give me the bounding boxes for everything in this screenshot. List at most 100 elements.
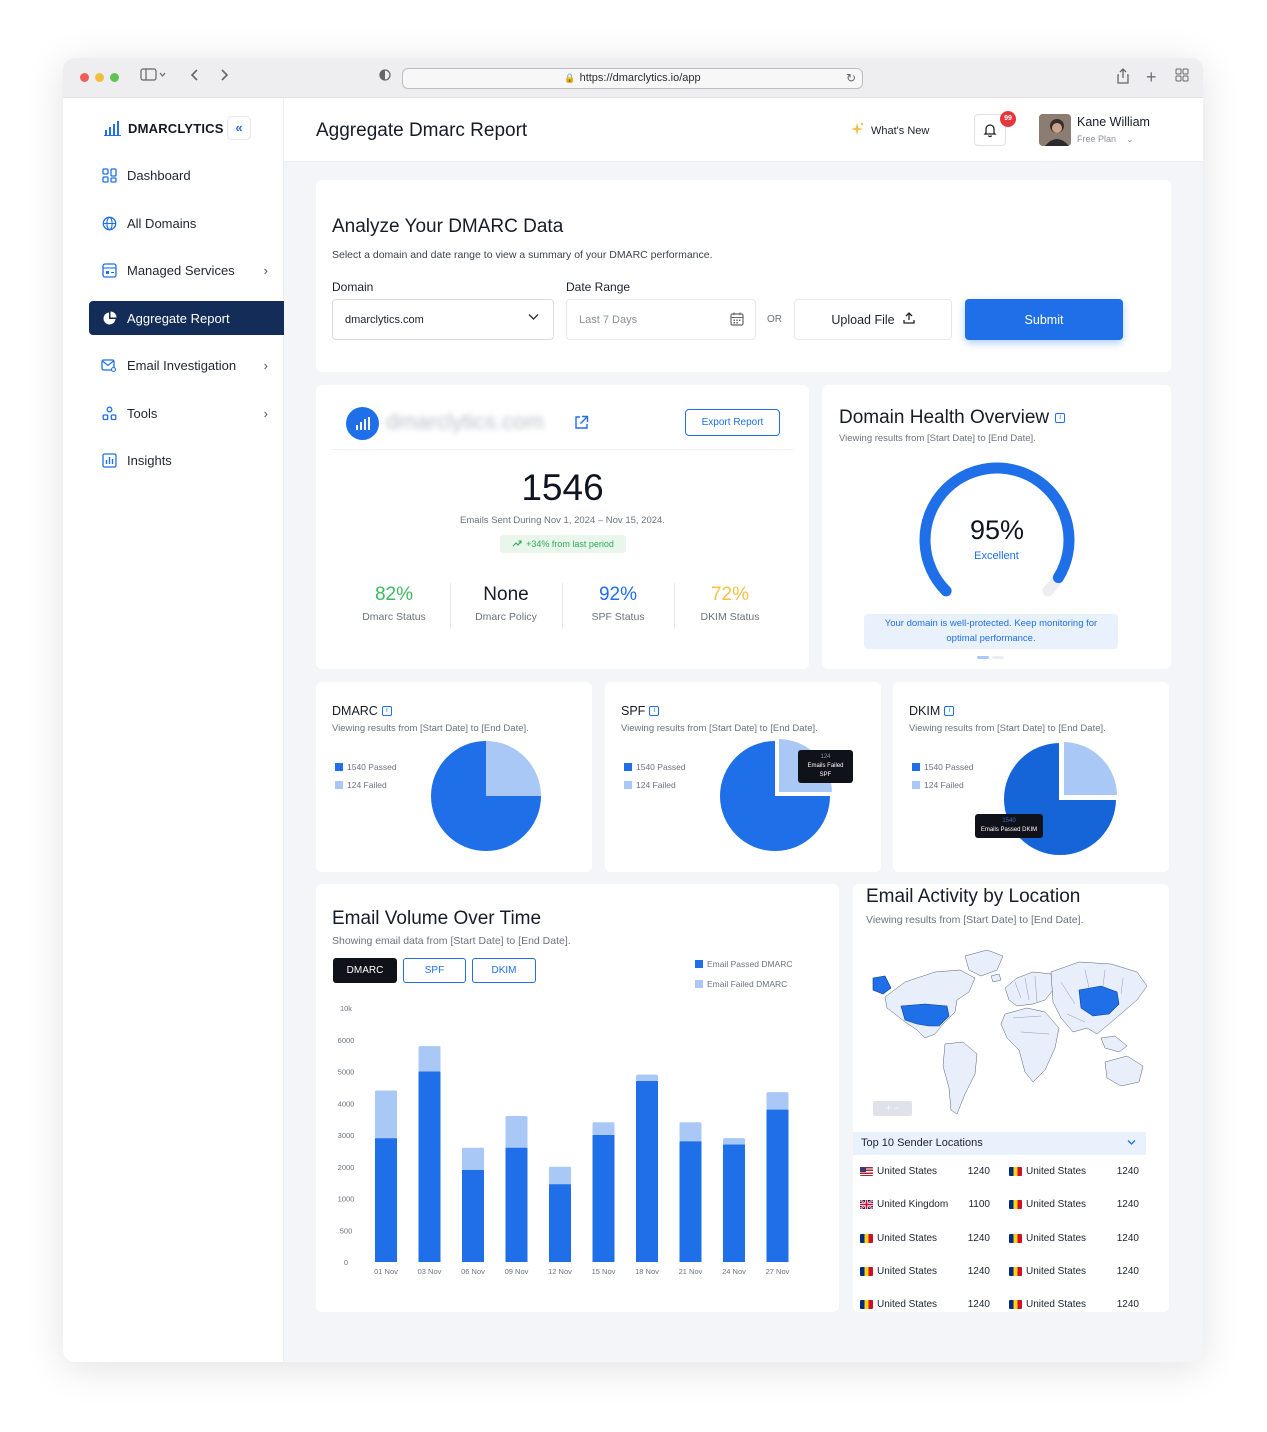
info-icon[interactable]: i xyxy=(381,706,392,716)
minimize-window-button[interactable] xyxy=(95,73,104,82)
bar-passed[interactable] xyxy=(636,1081,658,1262)
pie-slice-failed[interactable] xyxy=(486,741,541,796)
upload-file-button[interactable]: Upload File xyxy=(794,299,952,340)
bar-passed[interactable] xyxy=(418,1071,441,1263)
maximize-window-button[interactable] xyxy=(110,73,119,82)
location-country: United States xyxy=(1026,1265,1087,1277)
bar-failed[interactable] xyxy=(766,1092,789,1110)
tab-dkim[interactable]: DKIM xyxy=(472,958,536,983)
x-tick-label: 12 Nov xyxy=(548,1267,572,1276)
legend-label: 1540 Passed xyxy=(924,762,974,772)
share-icon[interactable] xyxy=(1116,68,1130,90)
user-plan[interactable]: Free Plan ⌄ xyxy=(1077,134,1134,145)
grid-icon xyxy=(101,167,117,183)
ro-flag-icon xyxy=(1009,1233,1022,1243)
sidebar-item-all-domains[interactable]: All Domains xyxy=(89,206,284,240)
bar-failed[interactable] xyxy=(505,1115,528,1148)
avatar[interactable] xyxy=(1039,114,1071,146)
browser-window: 🔒 https://dmarclytics.io/app ↻ + DMARCLYT… xyxy=(63,58,1203,1362)
collapse-sidebar-button[interactable]: « xyxy=(227,116,251,140)
domain-avatar-icon xyxy=(346,407,379,440)
x-tick-label: 06 Nov xyxy=(461,1267,485,1276)
sidebar-item-label: Dashboard xyxy=(127,167,191,183)
bar-passed[interactable] xyxy=(462,1169,484,1262)
ro-flag-icon xyxy=(860,1266,873,1276)
date-range-input[interactable]: Last 7 Days xyxy=(566,299,756,340)
domain-select[interactable]: dmarclytics.com xyxy=(332,299,554,340)
sidebar-item-dashboard[interactable]: Dashboard xyxy=(89,158,284,192)
bar-failed[interactable] xyxy=(592,1122,615,1135)
email-volume-bar-chart[interactable]: 0 500 1000 2000 3000 4000 5000 6000 10k 01 Nov 03 … xyxy=(332,1000,812,1290)
close-window-button[interactable] xyxy=(80,73,89,82)
export-report-button[interactable]: Export Report xyxy=(685,409,780,436)
legend-swatch xyxy=(912,781,920,789)
bar-failed[interactable] xyxy=(679,1122,702,1142)
bar-failed[interactable] xyxy=(375,1090,397,1139)
info-icon[interactable]: i xyxy=(944,706,955,716)
app-logo[interactable]: DMARCLYTICS xyxy=(104,120,224,136)
bar-failed[interactable] xyxy=(549,1166,571,1185)
external-link-icon[interactable] xyxy=(574,415,589,435)
bar-passed[interactable] xyxy=(592,1135,615,1262)
legend-failed: 124 Failed xyxy=(624,780,676,790)
carousel-dot[interactable] xyxy=(992,656,1004,659)
user-name[interactable]: Kane William xyxy=(1077,115,1150,129)
sidebar-item-tools[interactable]: Tools › xyxy=(89,396,284,430)
bar-passed[interactable] xyxy=(375,1138,397,1262)
bar-failed[interactable] xyxy=(723,1138,745,1145)
bar-failed[interactable] xyxy=(636,1074,658,1082)
world-map[interactable] xyxy=(865,942,1155,1122)
reload-icon[interactable]: ↻ xyxy=(846,69,856,88)
new-tab-icon[interactable]: + xyxy=(1146,68,1157,86)
legend-swatch xyxy=(695,980,703,988)
location-count: 1240 xyxy=(1116,1199,1139,1211)
total-emails: 1546 xyxy=(521,467,604,508)
tab-spf[interactable]: SPF xyxy=(403,958,466,983)
sidebar-toggle-icon[interactable] xyxy=(140,68,166,88)
whats-new-button[interactable]: What's New xyxy=(850,122,929,139)
bar-passed[interactable] xyxy=(549,1184,571,1262)
address-bar[interactable]: 🔒 https://dmarclytics.io/app ↻ xyxy=(402,68,863,89)
dmarc-pie-chart[interactable] xyxy=(426,736,546,856)
sidebar-item-label: Insights xyxy=(127,452,172,468)
privacy-shield-icon[interactable] xyxy=(379,68,391,88)
bar-passed[interactable] xyxy=(766,1109,789,1262)
pie-card-title-text: DMARC xyxy=(332,704,378,718)
map-zoom-controls[interactable]: + − xyxy=(873,1101,912,1116)
bar-failed[interactable] xyxy=(418,1046,441,1072)
calendar-icon[interactable] xyxy=(730,312,744,329)
sidebar-item-aggregate-report[interactable]: Aggregate Report xyxy=(89,301,284,335)
y-tick-label: 5000 xyxy=(338,1068,355,1077)
top-locations-dropdown[interactable]: Top 10 Sender Locations xyxy=(853,1132,1146,1155)
trend-text: +34% from last period xyxy=(526,539,614,549)
info-icon[interactable]: i xyxy=(649,706,660,716)
sparkle-icon xyxy=(850,122,864,139)
sidebar-item-insights[interactable]: Insights xyxy=(89,443,284,477)
tab-dmarc[interactable]: DMARC xyxy=(333,958,397,983)
pie-slice-failed[interactable] xyxy=(1062,739,1120,797)
y-tick-label: 6000 xyxy=(338,1036,355,1045)
forward-icon[interactable] xyxy=(219,68,229,88)
pie-card-subtitle: Viewing results from [Start Date] to [En… xyxy=(621,723,818,734)
dkim-pie-chart[interactable] xyxy=(1001,736,1125,860)
bar-failed[interactable] xyxy=(462,1147,484,1170)
date-range-placeholder: Last 7 Days xyxy=(579,313,638,326)
bar-passed[interactable] xyxy=(723,1144,745,1262)
submit-button[interactable]: Submit xyxy=(965,299,1123,340)
x-tick-label: 03 Nov xyxy=(418,1267,442,1276)
sidebar-item-label: Email Investigation xyxy=(127,357,237,373)
health-subtitle: Viewing results from [Start Date] to [En… xyxy=(839,433,1036,444)
carousel-dots[interactable] xyxy=(977,656,1004,659)
back-icon[interactable] xyxy=(190,68,200,88)
stat-spf-status: 92% SPF Status xyxy=(563,584,673,623)
location-row: United States 1240 xyxy=(860,1233,990,1244)
sidebar-item-email-investigation[interactable]: Email Investigation › xyxy=(89,348,284,382)
page-title: Aggregate Dmarc Report xyxy=(316,120,528,141)
tab-overview-icon[interactable] xyxy=(1175,68,1189,88)
bar-passed[interactable] xyxy=(505,1147,528,1262)
location-count: 1100 xyxy=(968,1199,990,1211)
bar-passed[interactable] xyxy=(679,1141,702,1262)
carousel-dot-active[interactable] xyxy=(977,656,989,659)
info-icon[interactable]: i xyxy=(1055,413,1066,423)
sidebar-item-managed-services[interactable]: Managed Services › xyxy=(89,253,284,287)
